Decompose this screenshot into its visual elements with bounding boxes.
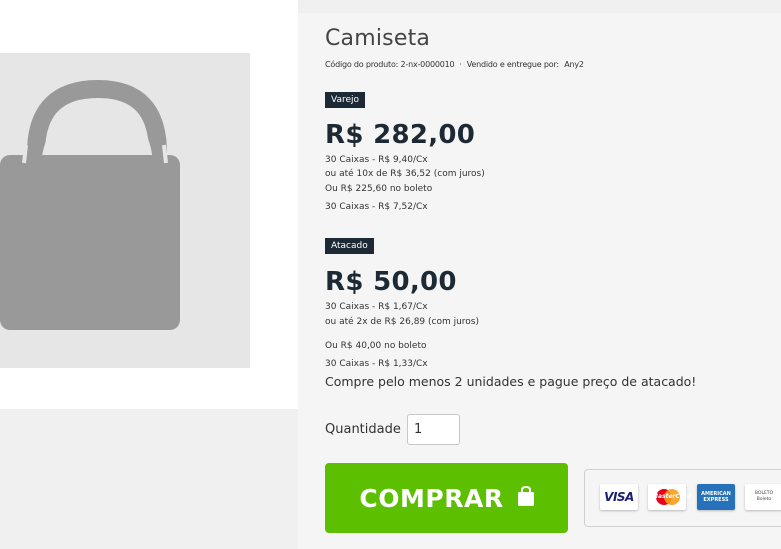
product-title: Camiseta: [325, 26, 431, 51]
bag-icon: [517, 485, 534, 510]
wholesale-promo: Compre pelo menos 2 unidades e pague pre…: [325, 374, 697, 389]
product-gallery: [0, 0, 298, 409]
retail-line: 30 Caixas - R$ 7,52/Cx: [325, 202, 428, 212]
buy-button[interactable]: COMPRAR: [325, 463, 568, 533]
wholesale-line: 30 Caixas - R$ 1,67/Cx: [325, 302, 428, 312]
wholesale-price: R$ 50,00: [325, 267, 457, 297]
retail-line: ou até 10x de R$ 36,52 (com juros): [325, 169, 485, 179]
mastercard-label: MasterCard: [652, 493, 692, 500]
retail-line: Ou R$ 225,60 no boleto: [325, 184, 433, 194]
boleto-icon: BOLETO Boleto: [745, 484, 781, 510]
visa-icon: VISA: [600, 484, 638, 510]
wholesale-line: 30 Caixas - R$ 1,33/Cx: [325, 359, 428, 369]
retail-line: 30 Caixas - R$ 9,40/Cx: [325, 155, 428, 165]
boleto-label: BOLETO Boleto: [755, 491, 773, 503]
product-image-placeholder[interactable]: [0, 53, 250, 368]
amex-line2: EXPRESS: [703, 497, 729, 503]
wholesale-line: ou até 2x de R$ 26,89 (com juros): [325, 317, 480, 327]
amex-icon: AMERICAN EXPRESS: [697, 484, 735, 510]
meta-separator: ·: [459, 60, 462, 69]
quantity-label: Quantidade: [325, 422, 401, 437]
wholesale-badge: Atacado: [325, 238, 374, 254]
product-code: Código do produto: 2-nx-0000010: [325, 60, 455, 69]
visa-label: VISA: [604, 490, 634, 504]
payment-methods: VISA MasterCard AMERICAN EXPRESS BOLETO …: [584, 469, 781, 527]
seller-name[interactable]: Any2: [564, 60, 584, 69]
quantity-input[interactable]: [407, 414, 460, 445]
retail-badge: Varejo: [325, 92, 366, 108]
mastercard-icon: MasterCard: [648, 484, 692, 510]
seller-label: Vendido e entregue por:: [466, 60, 559, 69]
boleto-line1: BOLETO: [754, 491, 774, 496]
wholesale-line: Ou R$ 40,00 no boleto: [325, 341, 427, 351]
product-meta: Código do produto: 2-nx-0000010 · Vendido …: [325, 60, 584, 69]
shopping-bag-icon: [0, 79, 180, 330]
buy-button-label: COMPRAR: [359, 483, 504, 513]
boleto-line2: Boleto: [756, 497, 772, 502]
retail-price: R$ 282,00: [325, 120, 476, 150]
amex-label: AMERICAN EXPRESS: [701, 491, 731, 503]
